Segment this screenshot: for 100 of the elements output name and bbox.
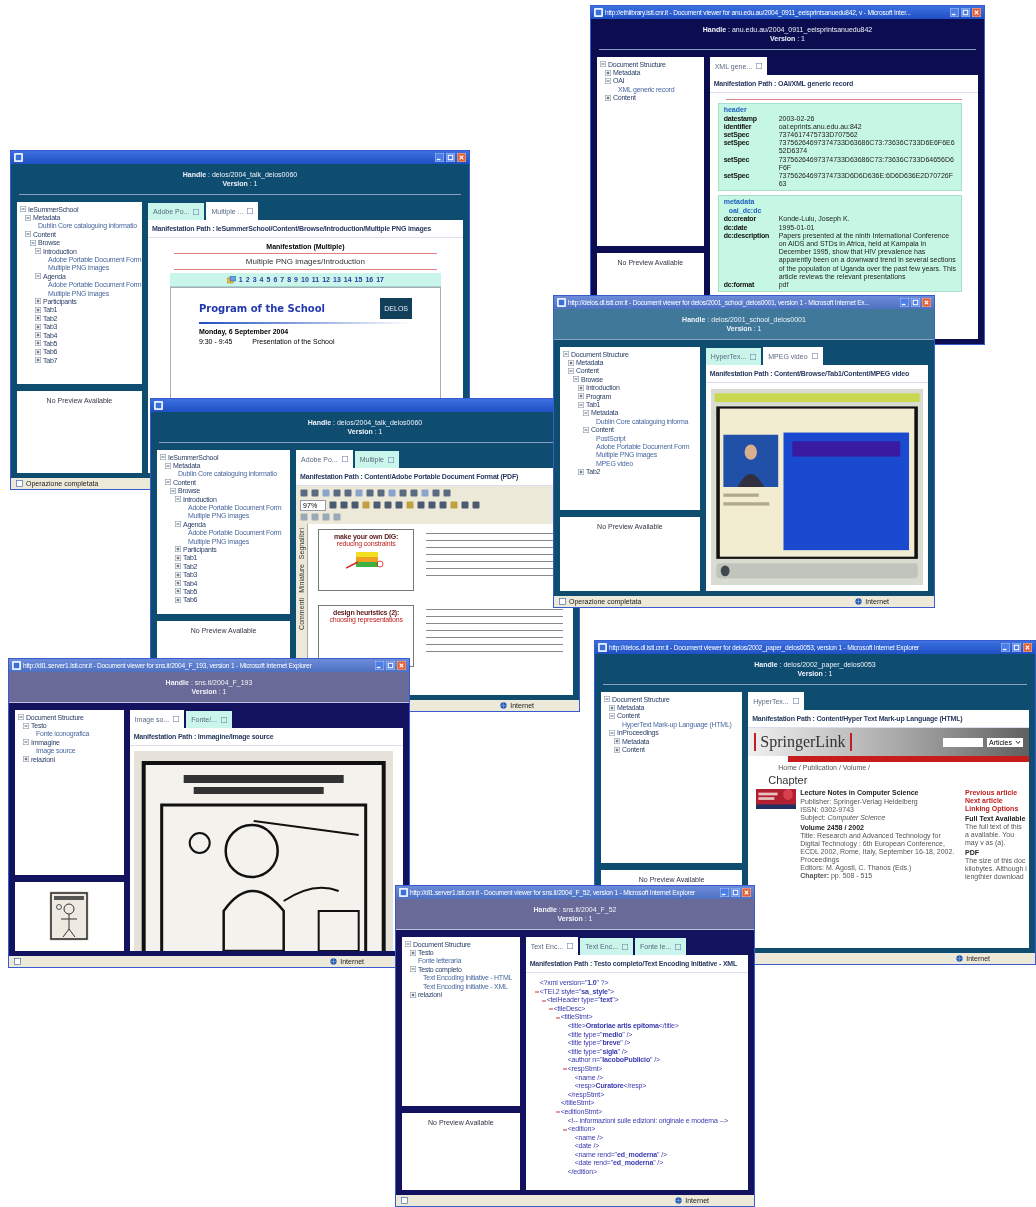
expander-icon[interactable]: [578, 401, 584, 408]
maximize-icon[interactable]: [911, 298, 920, 307]
close-icon[interactable]: [397, 661, 406, 670]
tab-close-icon[interactable]: [756, 63, 763, 69]
expander-icon[interactable]: [175, 546, 181, 553]
expander-icon[interactable]: [35, 315, 41, 322]
minimize-icon[interactable]: [435, 153, 444, 162]
expander-icon[interactable]: [583, 409, 589, 416]
expander-icon[interactable]: [604, 696, 610, 703]
expander-icon[interactable]: [568, 359, 574, 366]
search-field[interactable]: [943, 737, 984, 747]
subtitle: Multiple PNG images/Introduction: [245, 257, 365, 266]
expander-icon[interactable]: [600, 61, 606, 68]
expander-icon[interactable]: [410, 991, 416, 998]
expander-icon[interactable]: [578, 393, 584, 400]
expander-icon[interactable]: [605, 77, 611, 84]
slide-title: Program of the School: [198, 303, 326, 314]
expander-icon[interactable]: [614, 738, 620, 745]
expander-icon[interactable]: [175, 496, 181, 503]
expander-icon[interactable]: [165, 479, 171, 486]
collapse-toggle[interactable]: [554, 1109, 561, 1116]
expander-icon[interactable]: [35, 348, 41, 355]
expander-icon[interactable]: [410, 949, 416, 956]
expander-icon[interactable]: [23, 739, 29, 746]
expander-icon[interactable]: [170, 487, 176, 494]
expander-icon[interactable]: [609, 712, 615, 719]
expander-icon[interactable]: [578, 468, 584, 475]
expander-icon[interactable]: [165, 462, 171, 469]
minimize-icon[interactable]: [375, 661, 384, 670]
expander-icon[interactable]: [605, 94, 611, 101]
globe-icon: [855, 598, 863, 605]
expander-icon[interactable]: [614, 746, 620, 753]
expander-icon[interactable]: [35, 332, 41, 339]
expander-icon[interactable]: [175, 554, 181, 561]
expander-icon[interactable]: [175, 563, 181, 570]
minimize-icon[interactable]: [720, 888, 729, 897]
expander-icon[interactable]: [568, 367, 574, 374]
expander-icon[interactable]: [583, 426, 589, 433]
tab-close-icon[interactable]: [173, 716, 180, 722]
expander-icon[interactable]: [25, 214, 31, 221]
expander-icon[interactable]: [410, 966, 416, 973]
expander-icon[interactable]: [35, 273, 41, 280]
browser-icon: [557, 298, 566, 307]
maximize-icon[interactable]: [731, 888, 740, 897]
tab-close-icon[interactable]: [792, 698, 799, 704]
tab-close-icon[interactable]: [220, 716, 227, 723]
expander-icon[interactable]: [18, 714, 24, 721]
maximize-icon[interactable]: [1012, 643, 1021, 652]
tab-close-icon[interactable]: [675, 943, 682, 950]
maximize-icon[interactable]: [386, 661, 395, 670]
expander-icon[interactable]: [175, 588, 181, 595]
expander-icon[interactable]: [609, 729, 615, 736]
collapse-toggle[interactable]: [561, 1066, 568, 1073]
expander-icon[interactable]: [405, 941, 411, 948]
close-icon[interactable]: [457, 153, 466, 162]
expander-icon[interactable]: [578, 384, 584, 391]
tab-close-icon[interactable]: [387, 456, 394, 463]
maximize-icon[interactable]: [961, 8, 970, 17]
expander-icon[interactable]: [25, 231, 31, 238]
expander-icon[interactable]: [609, 704, 615, 711]
close-icon[interactable]: [972, 8, 981, 17]
tab-close-icon[interactable]: [567, 943, 574, 949]
expander-icon[interactable]: [160, 454, 166, 461]
expander-icon[interactable]: [23, 756, 29, 763]
maximize-icon[interactable]: [446, 153, 455, 162]
globe-icon: [675, 1197, 683, 1204]
expander-icon[interactable]: [35, 248, 41, 255]
tab-close-icon[interactable]: [193, 208, 200, 215]
minimize-icon[interactable]: [950, 8, 959, 17]
expander-icon[interactable]: [573, 376, 579, 383]
expander-icon[interactable]: [175, 580, 181, 587]
expander-icon[interactable]: [175, 521, 181, 528]
collapse-toggle[interactable]: [561, 1126, 568, 1133]
expander-icon[interactable]: [605, 69, 611, 76]
tab-close-icon[interactable]: [750, 353, 757, 360]
expander-icon[interactable]: [175, 571, 181, 578]
site-logo: SpringerLink: [754, 733, 852, 751]
minimize-icon[interactable]: [1001, 643, 1010, 652]
close-icon[interactable]: [1023, 643, 1032, 652]
expander-icon[interactable]: [175, 596, 181, 603]
close-icon[interactable]: [742, 888, 751, 897]
diagram-drawing: [346, 550, 387, 570]
browser-icon: [598, 643, 607, 652]
expander-icon[interactable]: [23, 722, 29, 729]
close-icon[interactable]: [922, 298, 931, 307]
tab-close-icon[interactable]: [622, 943, 628, 950]
expander-icon[interactable]: [35, 298, 41, 305]
expander-icon[interactable]: [35, 306, 41, 313]
tab-close-icon[interactable]: [247, 208, 254, 214]
expander-icon[interactable]: [35, 340, 41, 347]
expander-icon[interactable]: [20, 206, 26, 213]
minimize-icon[interactable]: [900, 298, 909, 307]
expander-icon[interactable]: [563, 351, 569, 358]
tab-close-icon[interactable]: [811, 353, 818, 359]
expander-icon[interactable]: [35, 323, 41, 330]
expander-icon[interactable]: [35, 357, 41, 364]
expander-icon[interactable]: [30, 239, 36, 246]
globe-icon: [330, 958, 338, 965]
tab-close-icon[interactable]: [341, 456, 348, 462]
pages-icon: [226, 275, 236, 284]
